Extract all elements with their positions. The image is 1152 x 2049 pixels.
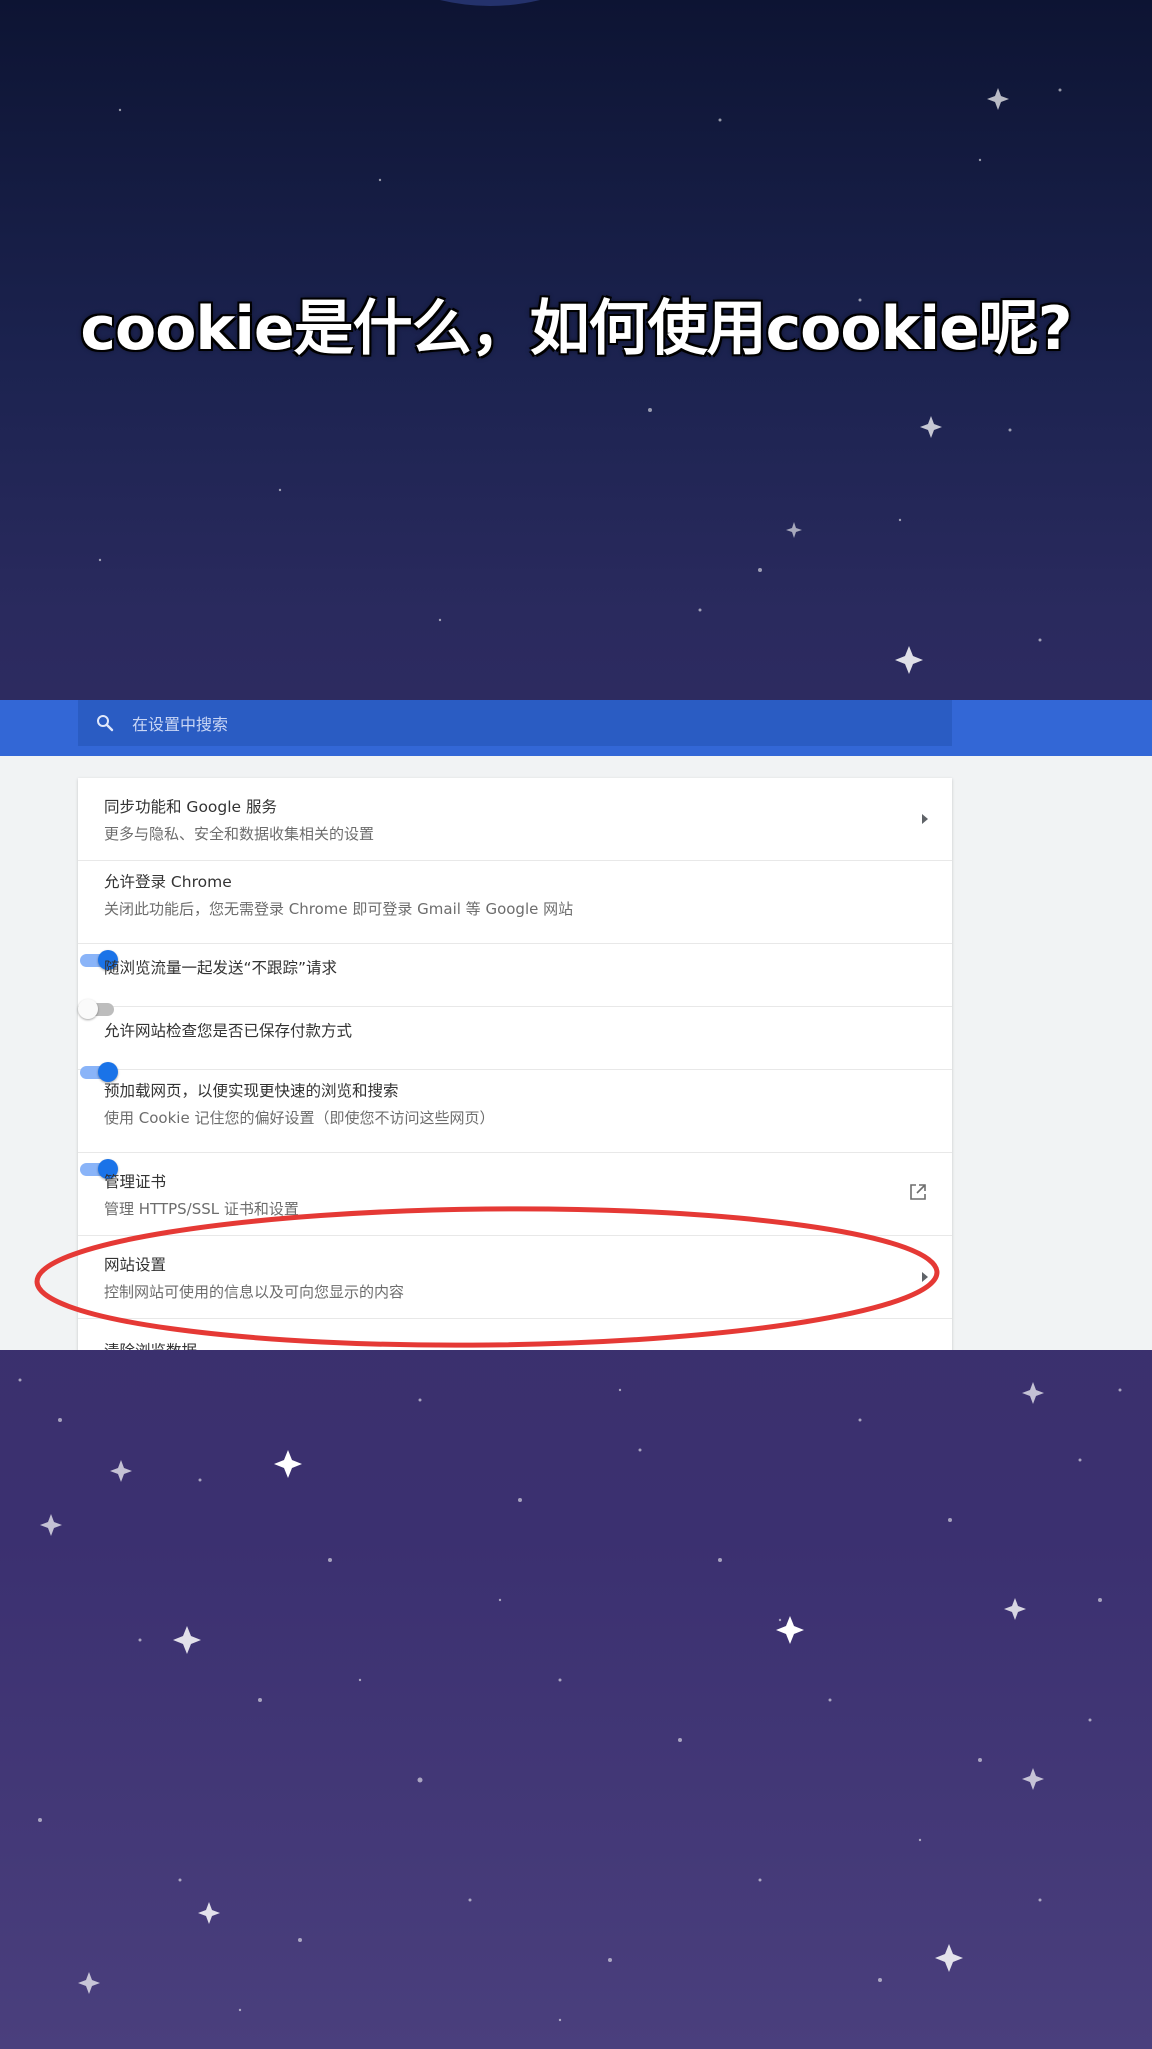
headline-title: cookie是什么，如何使用cookie呢? <box>80 294 1072 364</box>
chrome-settings-screenshot: 在设置中搜索 同步功能和 Google 服务 更多与隐私、安全和数据收集相关的设… <box>0 700 1152 1350</box>
page: cookie是什么，如何使用cookie呢? 在设置中搜索 同步功能和 Goog… <box>0 0 1152 2049</box>
red-highlight-ellipse <box>34 1206 940 1348</box>
